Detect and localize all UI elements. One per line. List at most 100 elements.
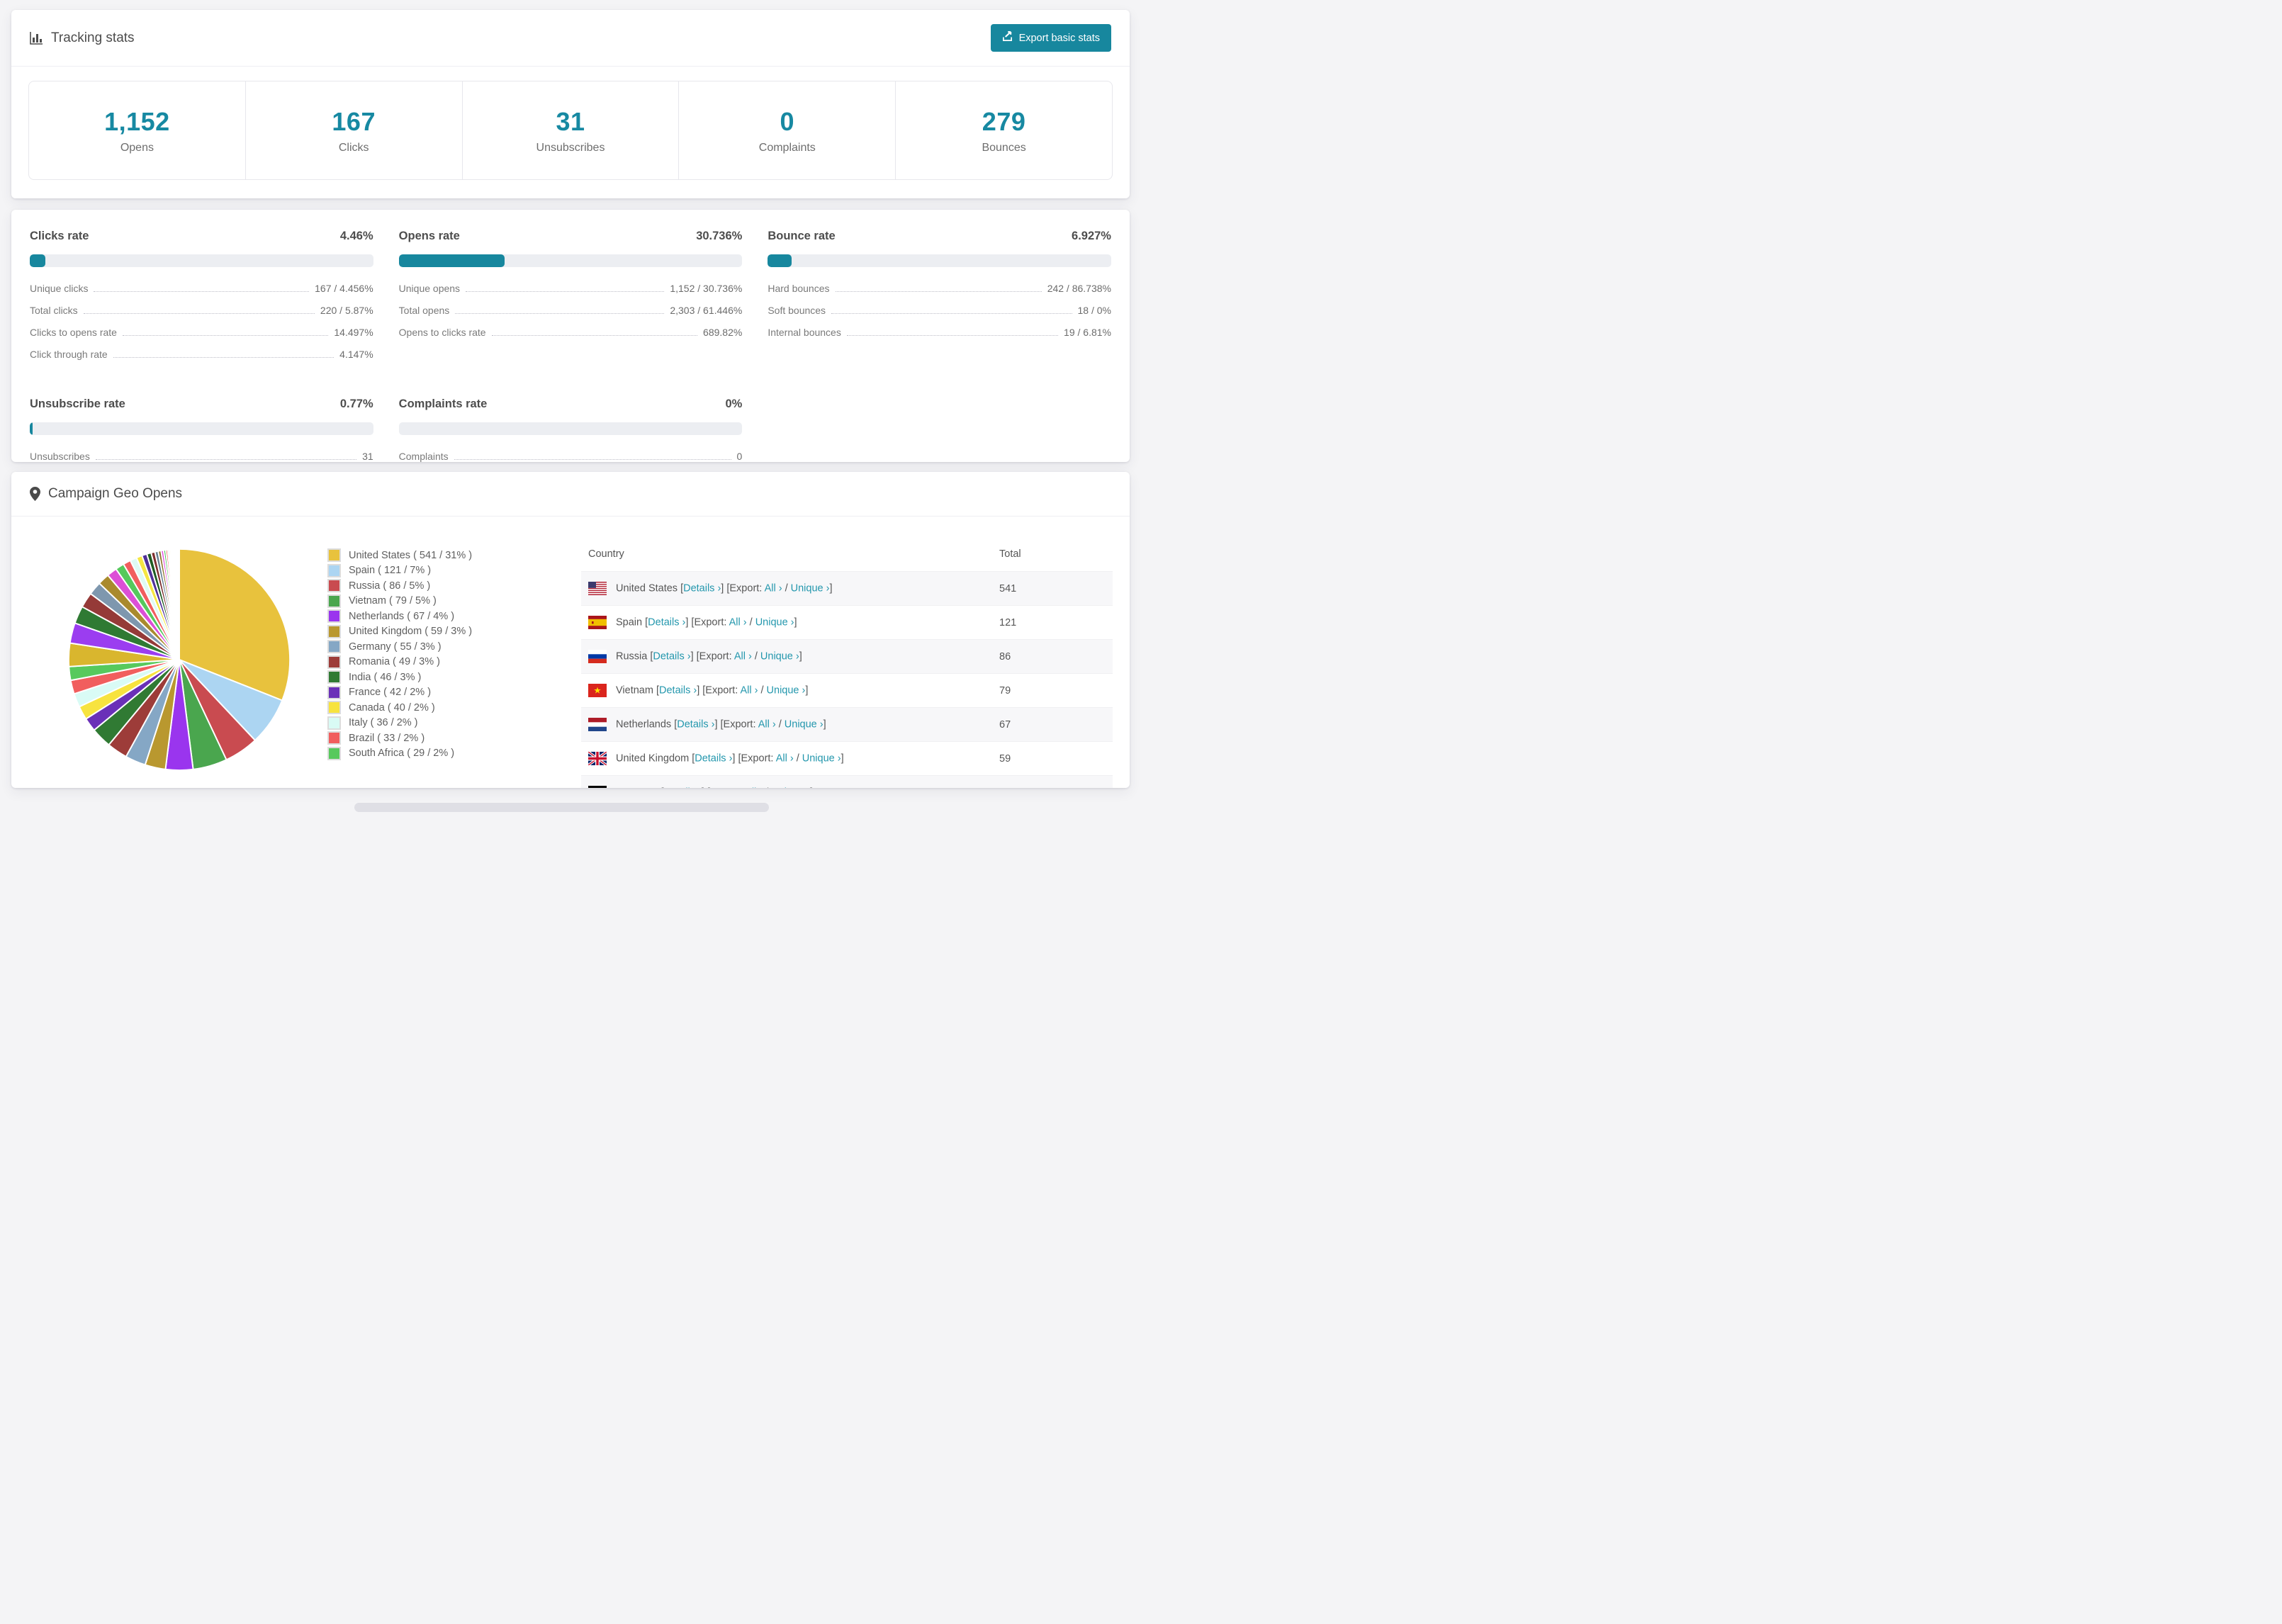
export-all-link[interactable]: All ›	[765, 583, 782, 594]
rate-value: 30.736%	[696, 230, 743, 242]
export-unique-link[interactable]: Unique ›	[771, 787, 810, 789]
legend-item: Netherlands ( 67 / 4% )	[327, 609, 472, 624]
export-basic-stats-button[interactable]: Export basic stats	[990, 24, 1111, 52]
tracking-stats-header: Tracking stats Export basic stats	[11, 10, 1130, 67]
legend-label: Romania ( 49 / 3% )	[349, 656, 440, 668]
legend-swatch	[327, 655, 341, 669]
dotted-leader	[83, 313, 315, 314]
legend-swatch	[327, 609, 341, 624]
rate-row: Complaints 0	[399, 451, 743, 462]
export-unique-link[interactable]: Unique ›	[767, 685, 806, 697]
legend-label: Brazil ( 33 / 2% )	[349, 732, 425, 744]
country-cell: Vietnam [Details ›] [Export: All › / Uni…	[581, 674, 992, 708]
details-link[interactable]: Details ›	[648, 617, 685, 628]
stat-value: 0	[780, 106, 795, 136]
legend-label: Spain ( 121 / 7% )	[349, 565, 432, 577]
rate-row-value: 18 / 0%	[1077, 305, 1111, 316]
rate-title: Clicks rate	[30, 230, 89, 242]
export-all-link[interactable]: All ›	[745, 787, 763, 789]
tracking-stats-card: Tracking stats Export basic stats 1,152 …	[11, 10, 1130, 198]
stat-value: 1,152	[104, 106, 170, 136]
stat-label: Clicks	[338, 141, 369, 154]
details-link[interactable]: Details ›	[659, 685, 697, 697]
export-all-link[interactable]: All ›	[740, 685, 758, 697]
flag-nl-icon	[588, 718, 607, 731]
flag-de-icon	[588, 786, 607, 788]
export-all-link[interactable]: All ›	[776, 753, 794, 765]
rate-row: Hard bounces 242 / 86.738%	[768, 283, 1111, 294]
legend-label: South Africa ( 29 / 2% )	[349, 748, 455, 760]
details-link[interactable]: Details ›	[677, 719, 714, 731]
rate-value: 6.927%	[1072, 230, 1111, 242]
legend-swatch	[327, 563, 341, 577]
dotted-leader	[95, 459, 357, 460]
rate-title: Unsubscribe rate	[30, 397, 125, 410]
country-name: Spain [Details ›] [Export: All › / Uniqu…	[616, 616, 797, 628]
legend-swatch	[327, 624, 341, 638]
legend-item: United Kingdom ( 59 / 3% )	[327, 624, 472, 640]
total-cell: 59	[999, 752, 1011, 765]
country-name: Netherlands [Details ›] [Export: All › /…	[616, 718, 826, 731]
horizontal-scrollbar-thumb[interactable]	[354, 803, 769, 812]
stat-box-bounces: 279 Bounces	[895, 81, 1112, 179]
export-all-link[interactable]: All ›	[758, 719, 776, 731]
legend-item: South Africa ( 29 / 2% )	[327, 746, 472, 762]
stat-value: 279	[982, 106, 1026, 136]
export-unique-link[interactable]: Unique ›	[791, 583, 830, 594]
progress-fill	[398, 254, 505, 267]
export-unique-link[interactable]: Unique ›	[760, 651, 799, 662]
details-link[interactable]: Details ›	[664, 787, 702, 789]
rate-row-label: Click through rate	[30, 349, 108, 360]
export-all-link[interactable]: All ›	[729, 617, 747, 628]
geo-opens-legend: United States ( 541 / 31% ) Spain ( 121 /…	[327, 548, 472, 761]
rate-row-value: 220 / 5.87%	[320, 305, 373, 316]
legend-swatch	[327, 670, 341, 684]
legend-label: United Kingdom ( 59 / 3% )	[349, 626, 473, 638]
dotted-leader	[454, 459, 731, 460]
legend-label: Netherlands ( 67 / 4% )	[349, 610, 455, 622]
details-link[interactable]: Details ›	[695, 753, 732, 765]
legend-item: Germany ( 55 / 3% )	[327, 639, 472, 655]
legend-swatch	[327, 579, 341, 593]
rate-row-label: Unsubscribes	[30, 451, 90, 462]
legend-item: Russia ( 86 / 5% )	[327, 578, 472, 594]
geo-table-header-row: Country Total	[581, 538, 1113, 572]
dotted-leader	[831, 313, 1072, 314]
stats-summary-row: 1,152 Opens 167 Clicks 31 Unsubscribes 0…	[28, 81, 1113, 180]
rate-row-value: 242 / 86.738%	[1047, 283, 1111, 294]
flag-ru-icon	[588, 650, 607, 663]
legend-item: Romania ( 49 / 3% )	[327, 655, 472, 670]
flag-us-icon	[588, 582, 607, 595]
rate-title: Complaints rate	[398, 397, 488, 410]
dotted-leader	[846, 335, 1059, 336]
country-cell: Netherlands [Details ›] [Export: All › /…	[581, 708, 992, 742]
export-button-label: Export basic stats	[1018, 32, 1100, 44]
geo-table-row: Vietnam [Details ›] [Export: All › / Uni…	[581, 673, 1113, 708]
legend-swatch	[327, 594, 341, 608]
flag-gb-icon	[588, 752, 607, 765]
legend-item: Italy ( 36 / 2% )	[327, 716, 472, 731]
rate-row-label: Unique clicks	[30, 283, 89, 294]
country-cell: Spain [Details ›] [Export: All › / Uniqu…	[581, 606, 992, 640]
opens-rate-block: Opens rate 30.736% Unique opens 1,152 / 3…	[398, 230, 743, 371]
export-unique-link[interactable]: Unique ›	[802, 753, 841, 765]
details-link[interactable]: Details ›	[683, 583, 721, 594]
export-unique-link[interactable]: Unique ›	[755, 617, 794, 628]
export-all-link[interactable]: All ›	[734, 651, 752, 662]
legend-swatch	[327, 731, 341, 745]
bounce-rate-block: Bounce rate 6.927% Hard bounces 242 / 86.…	[768, 230, 1111, 371]
legend-item: Spain ( 121 / 7% )	[327, 563, 472, 579]
legend-item: India ( 46 / 3% )	[327, 670, 472, 685]
details-link[interactable]: Details ›	[653, 651, 690, 662]
total-cell: 67	[999, 718, 1011, 731]
rate-header: Bounce rate 6.927%	[768, 230, 1111, 243]
legend-label: France ( 42 / 2% )	[349, 687, 432, 699]
rate-row-value: 1,152 / 30.736%	[670, 283, 743, 294]
country-name: Vietnam [Details ›] [Export: All › / Uni…	[616, 684, 809, 697]
country-name: United Kingdom [Details ›] [Export: All …	[616, 752, 844, 765]
bounce-rate-progressbar	[768, 254, 1111, 267]
geo-table-row: United States [Details ›] [Export: All ›…	[581, 571, 1113, 606]
opens-rate-progressbar	[398, 254, 743, 267]
export-unique-link[interactable]: Unique ›	[785, 719, 824, 731]
rates-grid: Clicks rate 4.46% Unique clicks 167 / 4.4…	[11, 210, 1130, 490]
